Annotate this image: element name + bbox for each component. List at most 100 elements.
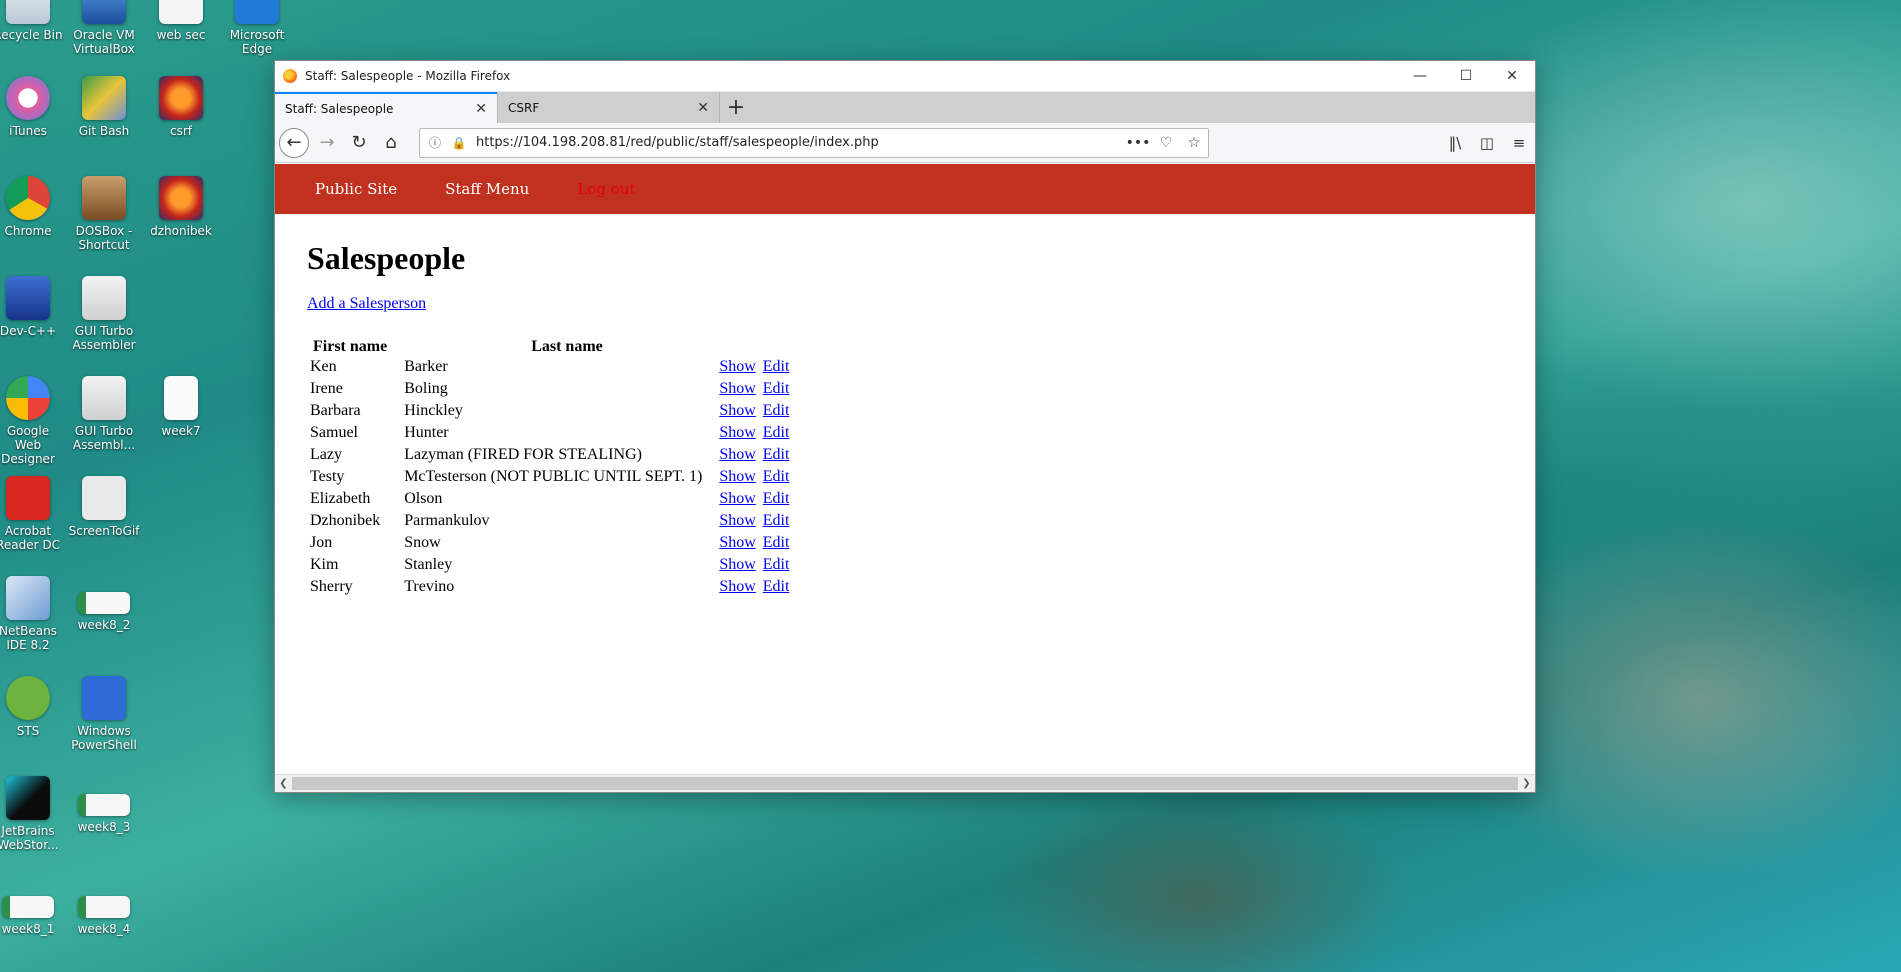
scroll-left-arrow-icon[interactable]: ❮ <box>275 778 292 789</box>
show-link[interactable]: Show <box>719 512 755 529</box>
close-window-button[interactable]: ✕ <box>1489 61 1535 91</box>
desktop-icon-gui-turbo-assembl[interactable]: GUI Turbo Assembl... <box>68 376 140 452</box>
info-icon[interactable]: ⓘ <box>426 134 444 151</box>
column-header-show <box>716 337 759 357</box>
show-link[interactable]: Show <box>719 490 755 507</box>
desktop-icon-gui-turbo-assembler[interactable]: GUI Turbo Assembler <box>68 276 140 352</box>
desktop-icon-recycle-bin[interactable]: Recycle Bin <box>0 0 64 42</box>
firefox-icon <box>283 69 297 83</box>
title-bar[interactable]: Staff: Salespeople - Mozilla Firefox — ☐… <box>275 61 1535 92</box>
desktop-icon-week7[interactable]: week7 <box>145 376 217 438</box>
column-header-edit <box>760 337 794 357</box>
insecure-lock-icon[interactable]: 🔒 <box>450 136 468 150</box>
desktop-icon-webstorm[interactable]: JetBrains WebStor... <box>0 776 64 852</box>
desktop-icon-week8-3[interactable]: week8_3 <box>68 794 140 834</box>
show-link[interactable]: Show <box>719 468 755 485</box>
close-tab-icon[interactable]: ✕ <box>475 101 487 117</box>
nav-staff-menu[interactable]: Staff Menu <box>445 180 529 198</box>
minimize-button[interactable]: — <box>1397 61 1443 91</box>
desktop-icon-dev-cpp[interactable]: Dev-C++ <box>0 276 64 338</box>
desktop-icon-virtualbox[interactable]: Oracle VM VirtualBox <box>68 0 140 56</box>
nav-log-out[interactable]: Log out <box>577 180 635 198</box>
edit-link[interactable]: Edit <box>763 424 790 441</box>
desktop-icon-week8-4[interactable]: week8_4 <box>68 896 140 936</box>
first-name-cell: Sherry <box>310 578 353 595</box>
library-icon[interactable]: ‖\ <box>1439 127 1471 159</box>
sidebar-icon[interactable]: ◫ <box>1471 127 1503 159</box>
desktop-icon-google-web-designer[interactable]: Google Web Designer <box>0 376 64 466</box>
close-tab-icon[interactable]: ✕ <box>697 100 709 116</box>
show-link[interactable]: Show <box>719 358 755 375</box>
show-cell: Show <box>716 357 759 379</box>
desktop-icon-csrf[interactable]: csrf <box>145 76 217 138</box>
desktop-icon-screentogif[interactable]: ScreenToGif <box>68 476 140 538</box>
desktop-icon-dzhonibek[interactable]: dzhonibek <box>145 176 217 238</box>
show-cell: Show <box>716 423 759 445</box>
url-text[interactable]: https://104.198.208.81/red/public/staff/… <box>468 135 1124 150</box>
back-button[interactable]: ← <box>279 127 309 158</box>
show-link[interactable]: Show <box>719 380 755 397</box>
tab-staff-salespeople[interactable]: Staff: Salespeople ✕ <box>275 92 497 123</box>
maximize-button[interactable]: ☐ <box>1443 61 1489 91</box>
edit-link[interactable]: Edit <box>763 380 790 397</box>
desktop-icon-itunes[interactable]: iTunes <box>0 76 64 138</box>
bookmark-star-icon[interactable]: ☆ <box>1180 135 1208 151</box>
edge-icon <box>235 0 279 24</box>
image-file-icon <box>2 896 54 918</box>
desktop-icon-week8-2[interactable]: week8_2 <box>68 592 140 632</box>
tab-label: Staff: Salespeople <box>285 101 394 116</box>
show-link[interactable]: Show <box>719 446 755 463</box>
show-link[interactable]: Show <box>719 534 755 551</box>
desktop-icon-chrome[interactable]: Chrome <box>0 176 64 238</box>
url-bar[interactable]: ⓘ 🔒 https://104.198.208.81/red/public/st… <box>419 127 1209 158</box>
column-header-first-name: First name <box>313 338 388 355</box>
acrobat-icon <box>6 476 50 520</box>
show-link[interactable]: Show <box>719 402 755 419</box>
edit-cell: Edit <box>760 533 794 555</box>
desktop-icon-edge[interactable]: Microsoft Edge <box>221 0 293 56</box>
desktop-icon-dosbox[interactable]: DOSBox - Shortcut <box>68 176 140 252</box>
table-row: Barbara Hinckley Show Edit <box>307 401 793 423</box>
turbo-assembler-icon <box>82 376 126 420</box>
desktop-icon-sts[interactable]: STS <box>0 676 64 738</box>
edit-link[interactable]: Edit <box>763 556 790 573</box>
desktop-icon-powershell[interactable]: Windows PowerShell <box>68 676 140 752</box>
scrollbar-thumb[interactable] <box>292 777 1518 790</box>
show-link[interactable]: Show <box>719 556 755 573</box>
edit-link[interactable]: Edit <box>763 468 790 485</box>
google-web-designer-icon <box>6 376 50 420</box>
tab-csrf[interactable]: CSRF ✕ <box>497 92 719 123</box>
edit-link[interactable]: Edit <box>763 534 790 551</box>
desktop-icon-acrobat[interactable]: Acrobat Reader DC <box>0 476 64 552</box>
new-tab-button[interactable]: + <box>719 92 752 123</box>
scroll-right-arrow-icon[interactable]: ❯ <box>1518 778 1535 789</box>
table-row: Testy McTesterson (NOT PUBLIC UNTIL SEPT.… <box>307 467 793 489</box>
first-name-cell: Jon <box>310 534 333 551</box>
forward-button[interactable]: → <box>311 127 343 159</box>
desktop-icon-netbeans[interactable]: NetBeans IDE 8.2 <box>0 576 64 652</box>
horizontal-scrollbar[interactable]: ❮ ❯ <box>275 774 1535 792</box>
first-name-cell: Kim <box>310 556 339 573</box>
edit-link[interactable]: Edit <box>763 490 790 507</box>
edit-link[interactable]: Edit <box>763 446 790 463</box>
nav-public-site[interactable]: Public Site <box>315 180 397 198</box>
last-name-cell: Stanley <box>404 556 453 573</box>
add-salesperson-link[interactable]: Add a Salesperson <box>307 295 426 313</box>
hamburger-menu-icon[interactable]: ≡ <box>1503 127 1535 159</box>
last-name-cell: McTesterson (NOT PUBLIC UNTIL SEPT. 1) <box>404 468 703 485</box>
edit-link[interactable]: Edit <box>763 578 790 595</box>
page-actions-icon[interactable]: ••• <box>1124 135 1152 151</box>
edit-link[interactable]: Edit <box>763 358 790 375</box>
show-link[interactable]: Show <box>719 424 755 441</box>
reload-button[interactable]: ↻ <box>343 127 375 159</box>
show-link[interactable]: Show <box>719 578 755 595</box>
edit-cell: Edit <box>760 489 794 511</box>
screentogif-icon <box>82 476 126 520</box>
home-button[interactable]: ⌂ <box>375 127 407 159</box>
pocket-icon[interactable]: ♡ <box>1152 135 1180 151</box>
desktop-icon-web-sec[interactable]: web sec <box>145 0 217 42</box>
desktop-icon-week8-1[interactable]: week8_1 <box>0 896 64 936</box>
desktop-icon-git-bash[interactable]: Git Bash <box>68 76 140 138</box>
edit-link[interactable]: Edit <box>763 402 790 419</box>
edit-link[interactable]: Edit <box>763 512 790 529</box>
